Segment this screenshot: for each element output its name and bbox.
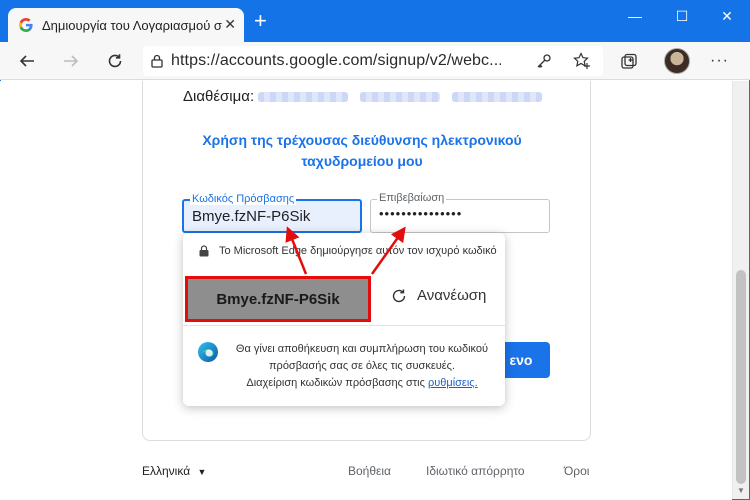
help-link[interactable]: Βοήθεια: [348, 464, 391, 478]
key-icon[interactable]: [535, 52, 553, 70]
scrollbar-thumb[interactable]: [736, 270, 746, 484]
close-window-button[interactable]: ✕: [712, 6, 742, 26]
privacy-link[interactable]: Ιδιωτικό απόρρητο: [426, 464, 525, 478]
forward-button[interactable]: [60, 50, 82, 72]
back-arrow-icon: [19, 55, 34, 67]
reload-button[interactable]: [104, 50, 126, 72]
profile-avatar[interactable]: [664, 48, 690, 74]
title-bar: Δημιουργία του Λογαριασμού σας ✕ + — ☐ ✕: [0, 0, 750, 42]
language-label: Ελληνικά: [142, 464, 191, 478]
add-favorite-icon[interactable]: [573, 52, 591, 70]
new-tab-button[interactable]: +: [254, 10, 267, 32]
lock-icon[interactable]: [143, 54, 171, 68]
reload-icon: [108, 54, 122, 68]
arrow-to-password: [285, 226, 308, 275]
tab-close-icon[interactable]: ✕: [224, 16, 236, 32]
annotation-arrows: [285, 226, 406, 275]
forward-arrow-icon: [64, 55, 79, 67]
browser-tab[interactable]: Δημιουργία του Λογαριασμού σας ✕: [8, 8, 244, 42]
tab-title: Δημιουργία του Λογαριασμού σας: [42, 17, 222, 33]
maximize-button[interactable]: ☐: [667, 6, 697, 26]
dropdown-arrow-icon: ▼: [197, 467, 207, 477]
back-button[interactable]: [16, 50, 38, 72]
url-text[interactable]: https://accounts.google.com/signup/v2/we…: [171, 52, 501, 70]
terms-link[interactable]: Όροι: [564, 464, 589, 478]
browser-toolbar: https://accounts.google.com/signup/v2/we…: [0, 42, 750, 80]
page-content: Διαθέσιμα: Χρήση της τρέχουσας διεύθυνση…: [0, 81, 732, 500]
language-selector[interactable]: Ελληνικά ▼: [142, 464, 206, 478]
scroll-down-arrow-icon[interactable]: ▼: [737, 486, 745, 495]
google-icon: [18, 17, 34, 33]
arrow-to-confirm: [370, 226, 406, 275]
more-menu-button[interactable]: ···: [710, 52, 729, 70]
address-bar[interactable]: https://accounts.google.com/signup/v2/we…: [143, 46, 603, 76]
collections-icon[interactable]: [618, 51, 640, 73]
minimize-button[interactable]: —: [620, 6, 650, 26]
